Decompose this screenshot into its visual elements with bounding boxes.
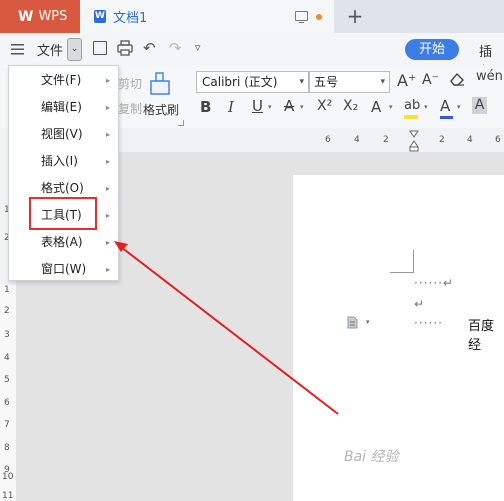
watermark-logo: Bai 经验 [344, 449, 399, 465]
annotation-arrow [114, 241, 339, 415]
